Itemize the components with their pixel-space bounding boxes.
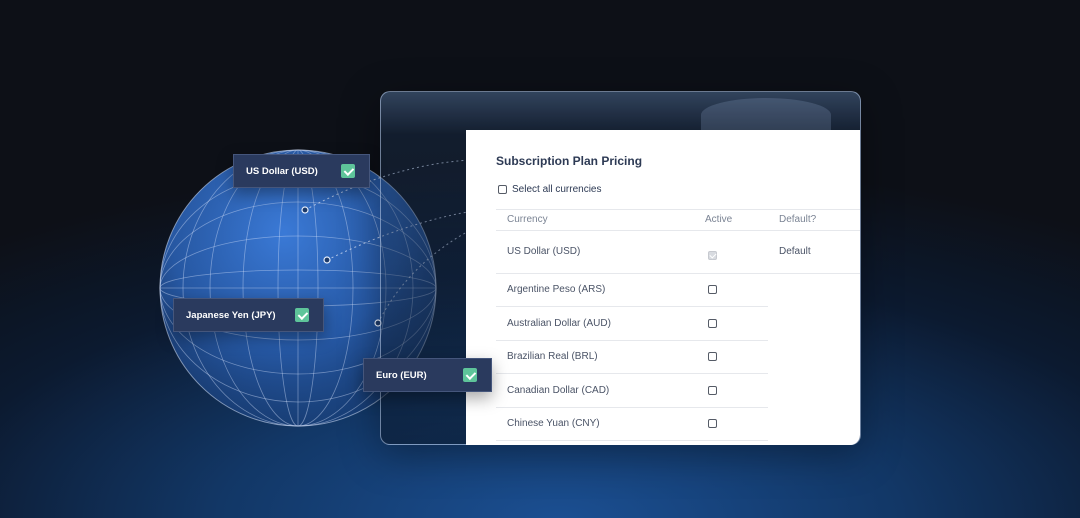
row-currency-cny: Chinese Yuan (CNY) bbox=[507, 418, 600, 429]
active-checkbox-aud[interactable] bbox=[708, 319, 717, 328]
currency-tag-jpy: Japanese Yen (JPY) bbox=[173, 298, 324, 332]
divider bbox=[496, 440, 768, 441]
column-header-default: Default? bbox=[779, 214, 817, 225]
row-currency-cad: Canadian Dollar (CAD) bbox=[507, 385, 610, 396]
currency-tag-eur: Euro (EUR) bbox=[363, 358, 492, 392]
divider bbox=[496, 373, 768, 374]
divider bbox=[496, 306, 768, 307]
pricing-panel: Subscription Plan Pricing Select all cur… bbox=[466, 130, 860, 445]
column-header-currency: Currency bbox=[507, 214, 548, 225]
divider bbox=[496, 273, 860, 274]
divider bbox=[496, 209, 860, 210]
check-icon bbox=[463, 368, 477, 382]
divider bbox=[496, 230, 860, 231]
select-all-row[interactable]: Select all currencies bbox=[498, 184, 601, 195]
active-checkbox-usd bbox=[708, 251, 717, 260]
select-all-label[interactable]: Select all currencies bbox=[512, 184, 601, 195]
select-all-checkbox[interactable] bbox=[498, 185, 507, 194]
tag-label: Euro (EUR) bbox=[376, 369, 427, 381]
active-checkbox-ars[interactable] bbox=[708, 285, 717, 294]
check-icon bbox=[341, 164, 355, 178]
row-currency-usd: US Dollar (USD) bbox=[507, 246, 581, 257]
row-currency-brl: Brazilian Real (BRL) bbox=[507, 351, 598, 362]
active-checkbox-cad[interactable] bbox=[708, 386, 717, 395]
row-currency-aud: Australian Dollar (AUD) bbox=[507, 318, 611, 329]
row-default-usd: Default bbox=[779, 246, 811, 257]
hero-illustration: Subscription Plan Pricing Select all cur… bbox=[0, 0, 1080, 518]
divider bbox=[496, 407, 768, 408]
tag-label: Japanese Yen (JPY) bbox=[186, 309, 276, 321]
currency-tag-usd: US Dollar (USD) bbox=[233, 154, 370, 188]
frame-decoration bbox=[701, 98, 831, 132]
column-header-active: Active bbox=[705, 214, 733, 225]
check-icon bbox=[295, 308, 309, 322]
panel-title: Subscription Plan Pricing bbox=[496, 154, 643, 168]
active-checkbox-brl[interactable] bbox=[708, 352, 717, 361]
row-currency-ars: Argentine Peso (ARS) bbox=[507, 284, 606, 295]
divider bbox=[496, 340, 768, 341]
active-checkbox-cny[interactable] bbox=[708, 419, 717, 428]
tag-label: US Dollar (USD) bbox=[246, 165, 318, 177]
